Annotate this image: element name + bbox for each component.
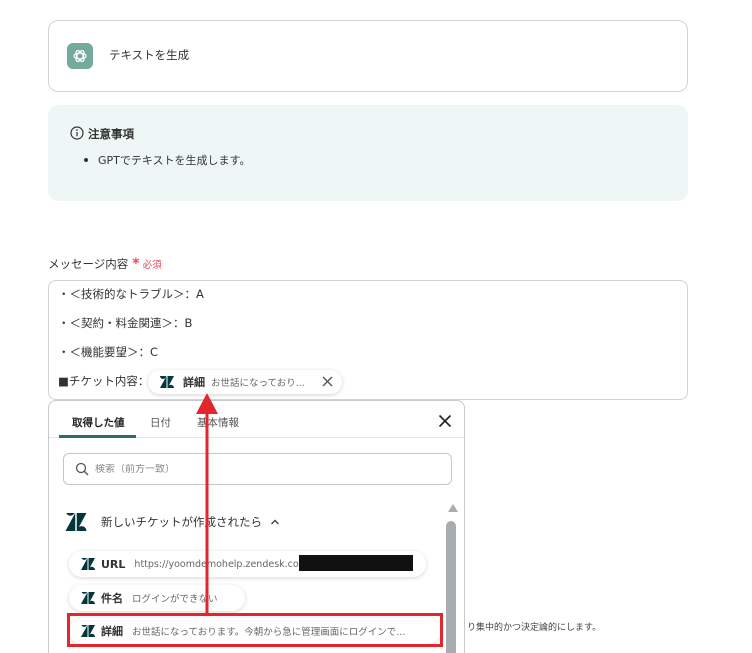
annotation-arrow bbox=[196, 393, 218, 614]
